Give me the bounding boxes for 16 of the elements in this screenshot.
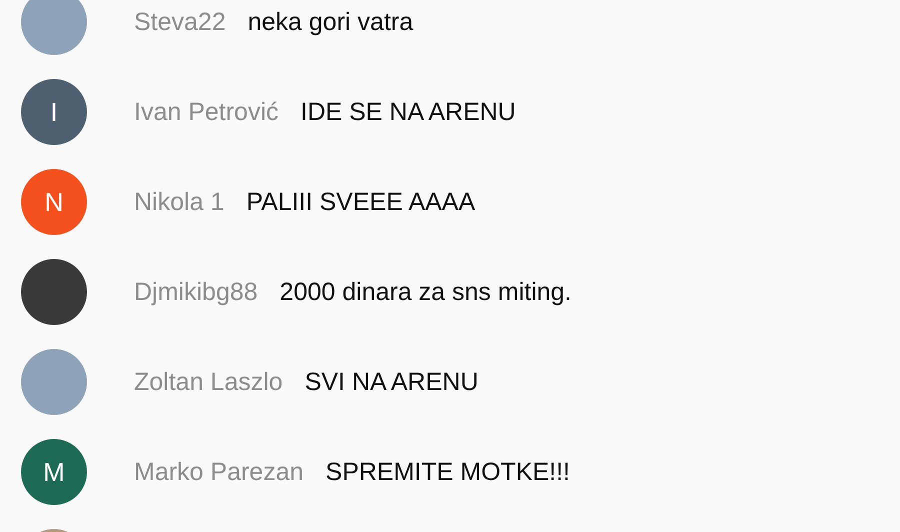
author-name: Steva22	[134, 8, 226, 36]
chat-message: neka gori vatra	[248, 8, 414, 36]
chat-message: SPREMITE MOTKE!!!	[326, 458, 570, 486]
author-name: Djmikibg88	[134, 278, 258, 306]
author-name: Ivan Petrović	[134, 98, 279, 126]
chat-message: IDE SE NA ARENU	[300, 98, 516, 126]
chat-message: PALIII SVEEE AAAA	[246, 188, 476, 216]
avatar-letter: I	[21, 79, 87, 145]
author-name: Nikola 1	[134, 188, 224, 216]
author-name: Marko Parezan	[134, 458, 304, 486]
chat-message: SVI NA ARENU	[304, 368, 478, 396]
chat-message: 2000 dinara za sns miting.	[280, 278, 572, 306]
avatar-letter: M	[21, 439, 87, 505]
avatar-photo-placeholder	[21, 0, 87, 55]
author-name: Zoltan Laszlo	[134, 368, 283, 396]
avatar-letter: N	[21, 169, 87, 235]
